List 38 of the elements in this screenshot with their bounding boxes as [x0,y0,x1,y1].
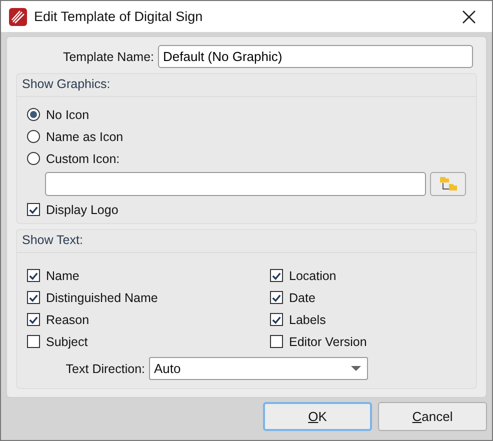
radio-button[interactable] [27,108,40,121]
radio-button[interactable] [27,130,40,143]
option-label: Name [46,268,80,282]
text-direction-dropdown[interactable]: Auto [149,357,368,380]
option-label: No Icon [46,108,90,122]
checkbox[interactable] [270,313,283,326]
template-name-field[interactable]: Default (No Graphic) [158,45,473,68]
checkbox[interactable] [27,291,40,304]
close-icon[interactable] [462,10,476,24]
group-title: Show Text: [22,233,83,247]
checkbox[interactable] [27,335,40,348]
dropdown-arrow-icon [351,366,361,372]
dialog-button[interactable]: Cancel [378,402,487,431]
option-label: Subject [46,334,88,348]
folders-icon [438,175,458,193]
checkbox[interactable] [270,335,283,348]
option-label: Name as Icon [46,130,124,144]
group-title: Show Graphics: [22,77,110,91]
template-name-label: Template Name: [62,50,154,64]
radio-button[interactable] [27,152,40,165]
checkbox[interactable] [270,291,283,304]
checkbox[interactable] [27,203,40,216]
option-label: Date [289,290,316,304]
option-label: Editor Version [289,334,367,348]
option-label: Distinguished Name [46,290,158,304]
app-logo-icon [9,8,27,26]
icon-path-field[interactable] [45,172,426,196]
checkbox[interactable] [270,269,283,282]
option-label: Display Logo [46,202,118,216]
checkbox[interactable] [27,313,40,326]
option-label: Custom Icon: [46,152,120,166]
option-label: Labels [289,312,326,326]
window-title: Edit Template of Digital Sign [34,9,204,24]
option-label: Reason [46,312,90,326]
option-label: Location [289,268,336,282]
dialog-button[interactable]: OK [263,402,372,431]
checkbox[interactable] [27,269,40,282]
text-direction-label: Text Direction: [64,362,145,376]
